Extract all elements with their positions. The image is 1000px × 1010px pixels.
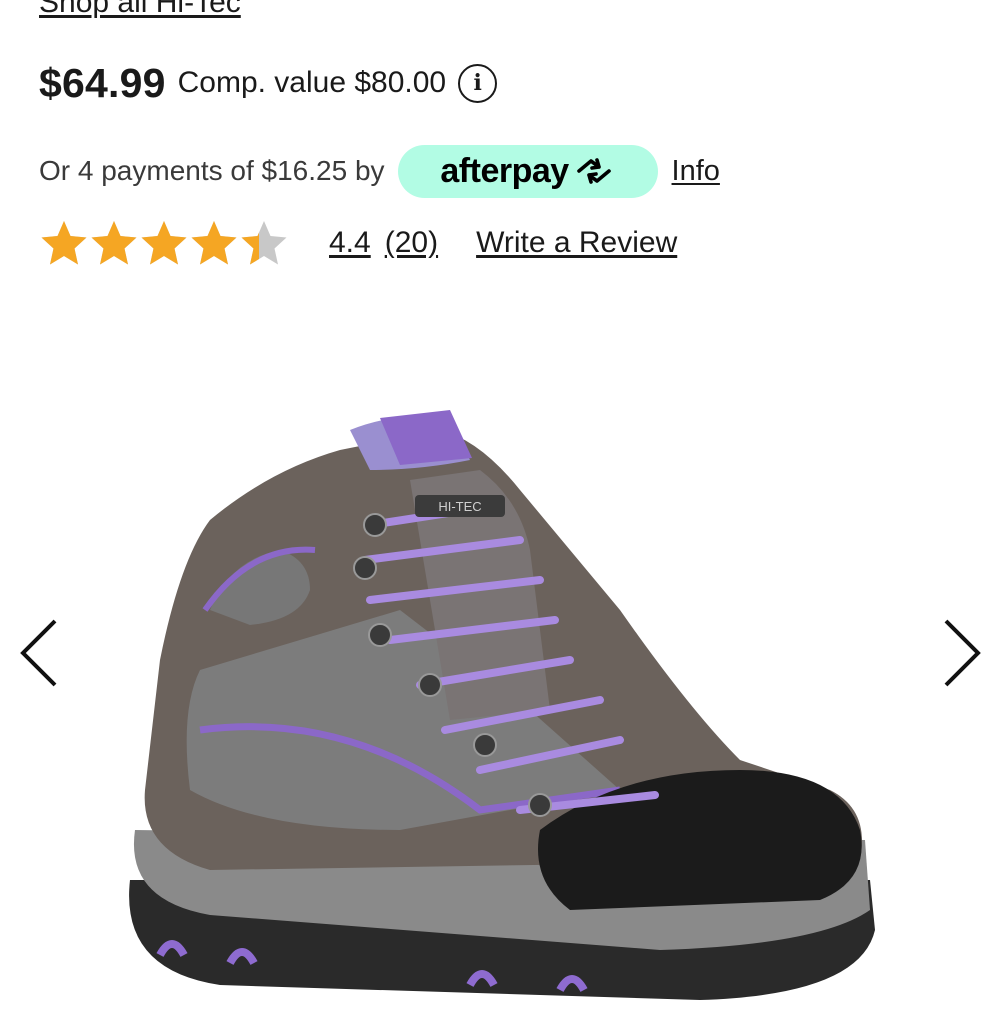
chevron-right-icon[interactable] — [940, 615, 984, 691]
afterpay-row: Or 4 payments of $16.25 by afterpay Info — [39, 143, 720, 199]
shop-all-brand-link[interactable]: Shop all Hi-Tec — [39, 0, 241, 20]
afterpay-info-link[interactable]: Info — [672, 155, 720, 188]
product-image-gallery: HI-TEC — [0, 300, 1000, 1000]
comp-value: Comp. value $80.00 — [177, 66, 447, 99]
chevron-left-icon[interactable] — [17, 615, 61, 691]
write-review-link[interactable]: Write a Review — [476, 226, 677, 260]
rating-value-link[interactable]: 4.4 — [329, 226, 371, 260]
product-boot-image[interactable]: HI-TEC — [100, 410, 900, 1010]
afterpay-logo-text: afterpay — [440, 151, 569, 190]
boot-logo-text: HI-TEC — [438, 499, 481, 514]
afterpay-badge: afterpay — [397, 144, 658, 198]
star-icon — [41, 221, 87, 265]
installment-text: Or 4 payments of $16.25 by — [39, 155, 385, 186]
sale-price: $64.99 — [39, 59, 166, 106]
review-count-link[interactable]: (20) — [385, 226, 438, 260]
price-row: $64.99 Comp. value $80.00 i — [39, 58, 498, 108]
star-icon — [91, 221, 137, 265]
star-icon — [241, 221, 287, 265]
star-rating[interactable] — [39, 218, 289, 268]
afterpay-arrows-icon — [576, 158, 611, 184]
info-circle-icon[interactable]: i — [458, 63, 498, 103]
rating-row: 4.4 (20) Write a Review — [39, 216, 677, 270]
star-icon — [191, 221, 237, 265]
star-icon — [141, 221, 187, 265]
